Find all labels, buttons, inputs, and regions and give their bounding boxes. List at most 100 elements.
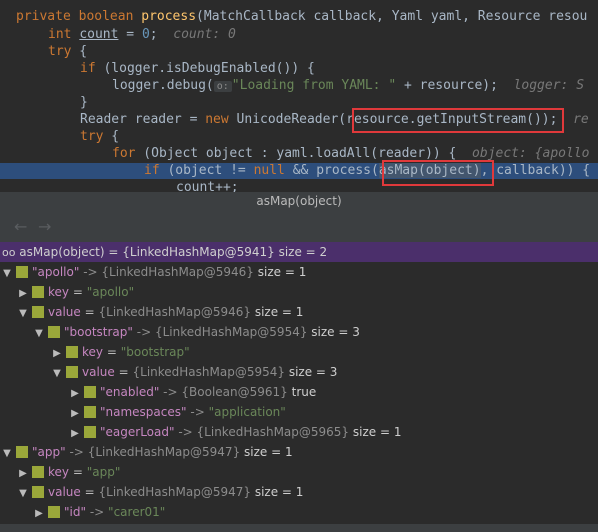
- size-text: size = 1: [254, 305, 304, 319]
- field-icon: [84, 386, 96, 398]
- tree-key: value: [48, 485, 81, 499]
- keyword: null: [253, 163, 285, 178]
- popup-toolbar: ← →: [0, 210, 598, 242]
- code-line-8: try {: [80, 129, 119, 145]
- tree-key: key: [48, 465, 70, 479]
- code-text: , callback)) {: [480, 163, 591, 178]
- field-icon: [16, 446, 28, 458]
- tree-row[interactable]: ▶ "eagerLoad" -> {LinkedHashMap@5965} siz…: [68, 422, 401, 442]
- back-arrow-icon[interactable]: ←: [14, 217, 27, 236]
- tree-row[interactable]: ▶ key = "app": [16, 462, 120, 482]
- keyword: if: [80, 61, 96, 76]
- field-icon: [32, 306, 44, 318]
- status-strip: [0, 524, 598, 532]
- string-literal: "Loading from YAML: ": [231, 78, 397, 93]
- code-editor[interactable]: private boolean process(MatchCallback ca…: [0, 0, 598, 192]
- arrow-text: ->: [163, 385, 178, 399]
- collapsed-arrow-icon[interactable]: ▶: [16, 284, 30, 304]
- code-text: logger.debug(: [112, 78, 214, 93]
- expanded-arrow-icon[interactable]: ▼: [0, 264, 14, 284]
- highlight-box-asMap: [382, 160, 494, 186]
- code-text: + resource);: [396, 78, 498, 93]
- value-text: true: [291, 385, 317, 399]
- tree-key: value: [82, 365, 115, 379]
- field-icon: [84, 426, 96, 438]
- keyword: try: [80, 129, 104, 144]
- collapsed-arrow-icon[interactable]: ▶: [68, 424, 82, 444]
- collapsed-arrow-icon[interactable]: ▶: [68, 404, 82, 424]
- expanded-arrow-icon[interactable]: ▼: [16, 304, 30, 324]
- tree-row[interactable]: ▼ "bootstrap" -> {LinkedHashMap@5954} siz…: [32, 322, 360, 342]
- arrow-text: ->: [190, 405, 205, 419]
- value-text: "apollo": [86, 285, 135, 299]
- collapsed-arrow-icon[interactable]: ▶: [16, 464, 30, 484]
- field-icon: [48, 326, 60, 338]
- type-text: {LinkedHashMap@5946}: [101, 265, 254, 279]
- type-text: {LinkedHashMap@5954}: [154, 325, 308, 339]
- tree-row[interactable]: ▼ value = {LinkedHashMap@5946} size = 1: [16, 302, 303, 322]
- collapsed-arrow-icon[interactable]: ▶: [68, 384, 82, 404]
- code-text: count++;: [176, 180, 239, 192]
- value-text: "bootstrap": [120, 345, 190, 359]
- code-line-5: logger.debug(o: "Loading from YAML: " + r…: [112, 78, 584, 94]
- forward-arrow-icon[interactable]: →: [38, 217, 51, 236]
- parameter-hint: o:: [213, 81, 232, 92]
- code-line-2: int count = 0; count: 0: [48, 27, 236, 43]
- type-text: {LinkedHashMap@5954}: [132, 365, 286, 379]
- field-icon: [32, 486, 44, 498]
- arrow-text: ->: [83, 265, 98, 279]
- arrow-text: ->: [136, 325, 152, 339]
- tree-key: "id": [64, 505, 86, 519]
- type-text: {LinkedHashMap@5965}: [196, 425, 350, 439]
- eq-text: =: [84, 485, 95, 499]
- code-text: (Object object : yaml.loadAll(reader)) {: [135, 146, 457, 161]
- field-icon: [32, 286, 44, 298]
- type-text: {LinkedHashMap@5947}: [98, 485, 252, 499]
- arrow-text: ->: [89, 505, 105, 519]
- tree-root-label: asMap(object) = {LinkedHashMap@5941} siz…: [19, 245, 328, 259]
- type-text: {LinkedHashMap@5946}: [98, 305, 252, 319]
- collapsed-arrow-icon[interactable]: ▶: [32, 504, 46, 524]
- code-text: (object !=: [159, 163, 254, 178]
- method-name: process: [141, 9, 197, 24]
- tree-row[interactable]: ▼ "app" -> {LinkedHashMap@5947} size = 1: [0, 442, 292, 464]
- tree-key: key: [82, 345, 104, 359]
- tree-row[interactable]: ▶ key = "apollo": [16, 282, 134, 302]
- size-text: size = 1: [352, 425, 402, 439]
- tree-key: "namespaces": [100, 405, 187, 419]
- expanded-arrow-icon[interactable]: ▼: [32, 324, 46, 344]
- eq-text: =: [106, 345, 117, 359]
- tree-key: value: [48, 305, 81, 319]
- size-text: size = 3: [311, 325, 360, 339]
- field-icon: [66, 366, 78, 378]
- tree-key: "bootstrap": [64, 325, 133, 339]
- inline-debug-hint: re: [573, 112, 589, 127]
- eq-text: =: [72, 285, 83, 299]
- tree-row[interactable]: ▶ "enabled" -> {Boolean@5961} true: [68, 382, 316, 402]
- variables-tree[interactable]: ▼ "apollo" -> {LinkedHashMap@5946} size =…: [0, 262, 598, 524]
- code-text: (MatchCallback callback, Yaml yaml, Reso…: [196, 9, 588, 24]
- tree-row[interactable]: ▶ key = "bootstrap": [50, 342, 190, 362]
- value-text: "application": [208, 405, 286, 419]
- tree-root-row[interactable]: oo asMap(object) = {LinkedHashMap@5941} …: [0, 242, 598, 262]
- eq-text: =: [84, 305, 95, 319]
- tree-row[interactable]: ▼ value = {LinkedHashMap@5947} size = 1: [16, 482, 303, 502]
- keyword: new: [205, 112, 229, 127]
- expanded-arrow-icon[interactable]: ▼: [16, 484, 30, 504]
- tree-row[interactable]: ▼ "apollo" -> {LinkedHashMap@5946} size =…: [0, 262, 306, 282]
- highlight-box-getInputStream: [352, 108, 564, 133]
- size-text: size = 3: [288, 365, 338, 379]
- tree-row[interactable]: ▶ "namespaces" -> "application": [68, 402, 286, 422]
- code-line-10-current: if (object != null && process(asMap(obje…: [0, 163, 598, 179]
- tree-key: key: [48, 285, 70, 299]
- keyword: private: [16, 9, 71, 24]
- tree-key: "apollo": [32, 265, 80, 279]
- expanded-arrow-icon[interactable]: ▼: [0, 444, 14, 464]
- tree-row[interactable]: ▼ value = {LinkedHashMap@5954} size = 3: [50, 362, 337, 382]
- tree-key: "eagerLoad": [100, 425, 175, 439]
- field-icon: [66, 346, 78, 358]
- collapsed-arrow-icon[interactable]: ▶: [50, 344, 64, 364]
- tree-row[interactable]: ▶ "id" -> "carer01": [32, 502, 165, 522]
- expanded-arrow-icon[interactable]: ▼: [50, 364, 64, 384]
- keyword: try: [48, 44, 72, 59]
